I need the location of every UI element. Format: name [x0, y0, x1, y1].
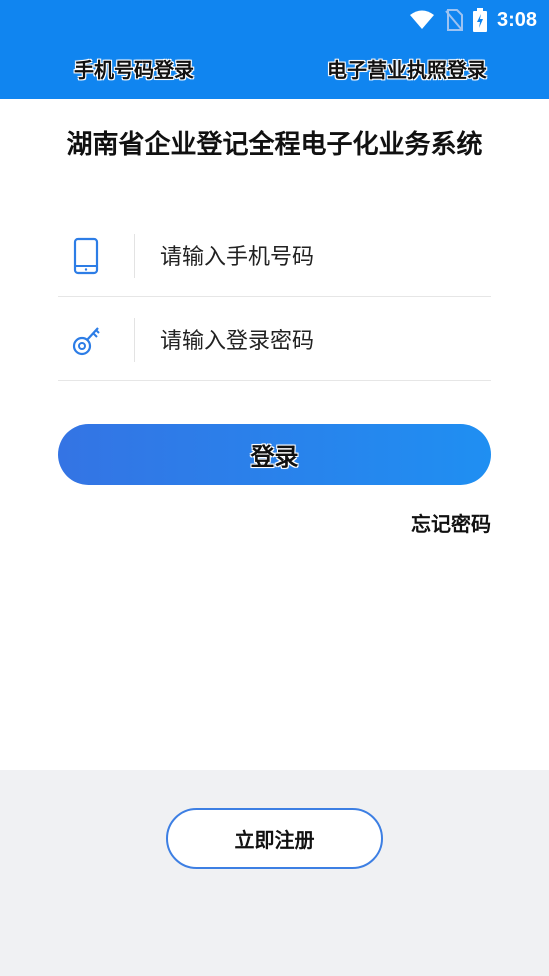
page-title: 湖南省企业登记全程电子化业务系统 [66, 130, 483, 160]
login-tabs: 手机号码登录 电子营业执照登录 [0, 52, 549, 88]
password-input[interactable] [158, 320, 482, 362]
register-button[interactable]: 立即注册 [166, 808, 383, 869]
wifi-icon [409, 10, 434, 29]
field-divider [134, 318, 135, 362]
field-divider [134, 234, 135, 278]
header-bar: 3:08 手机号码登录 电子营业执照登录 [0, 0, 549, 99]
footer-area: 立即注册 [0, 770, 549, 976]
phone-field [58, 214, 491, 297]
key-icon [72, 327, 100, 356]
phone-icon [73, 237, 99, 275]
forgot-password-link[interactable]: 忘记密码 [411, 508, 491, 537]
login-button[interactable]: 登录 [58, 424, 491, 485]
status-bar: 3:08 [409, 6, 537, 34]
status-time: 3:08 [496, 8, 537, 31]
tab-phone-login[interactable]: 手机号码登录 [74, 52, 194, 88]
no-sim-icon [445, 9, 463, 31]
battery-charging-icon [472, 8, 487, 32]
tab-license-login[interactable]: 电子营业执照登录 [327, 52, 487, 88]
phone-input[interactable] [158, 236, 482, 278]
password-field [58, 298, 491, 381]
